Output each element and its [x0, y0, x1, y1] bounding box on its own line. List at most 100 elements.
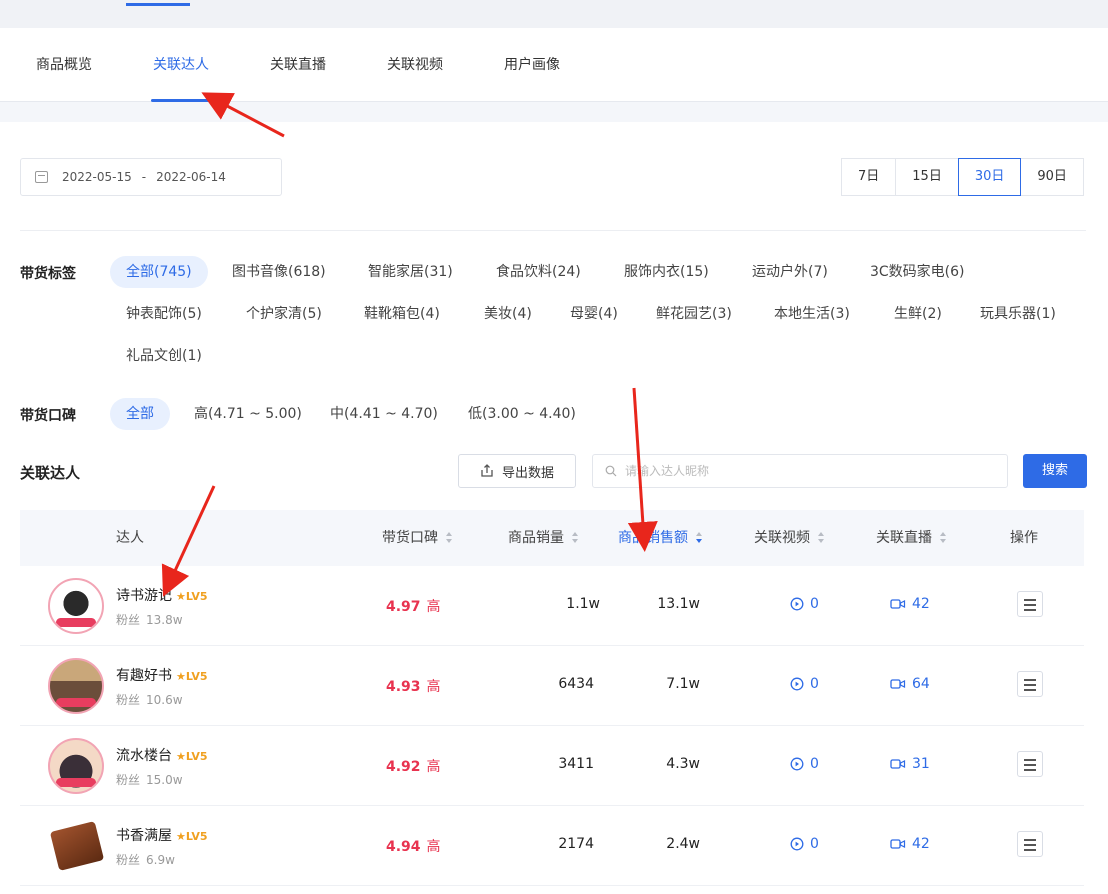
- category-chip[interactable]: 鲜花园艺(3): [656, 298, 732, 330]
- detail-menu-button[interactable]: [1017, 671, 1043, 697]
- sales-volume: 3411: [558, 756, 594, 772]
- fans-count: 粉丝 6.9w: [116, 851, 175, 868]
- category-chip[interactable]: 玩具乐器(1): [980, 298, 1056, 330]
- reputation-chip[interactable]: 高(4.71 ~ 5.00): [194, 398, 302, 430]
- avatar[interactable]: [48, 818, 104, 874]
- col-action: 操作: [1010, 530, 1038, 546]
- col-reputation[interactable]: 带货口碑: [382, 510, 453, 566]
- influencer-name-text: 有趣好书: [116, 668, 172, 684]
- detail-menu-button[interactable]: [1017, 751, 1043, 777]
- category-filter-label: 带货标签: [20, 266, 76, 282]
- live-count-link[interactable]: 31: [890, 756, 930, 772]
- influencer-name[interactable]: 流水楼台 ★LV5: [116, 745, 208, 765]
- reputation-chip[interactable]: 全部: [110, 398, 170, 430]
- influencer-name[interactable]: 书香满屋 ★LV5: [116, 825, 208, 845]
- calendar-icon: [35, 171, 48, 183]
- reputation-chip[interactable]: 低(3.00 ~ 4.40): [468, 398, 576, 430]
- play-icon: [790, 677, 804, 691]
- live-count: 42: [912, 836, 930, 852]
- tab-related-videos[interactable]: 关联视频: [387, 28, 443, 102]
- category-chip[interactable]: 礼品文创(1): [126, 340, 202, 372]
- sales-volume: 2174: [558, 836, 594, 852]
- category-chip[interactable]: 食品饮料(24): [496, 256, 581, 288]
- category-chip[interactable]: 全部(745): [110, 256, 208, 288]
- col-sales-amount[interactable]: 商品销售额: [618, 510, 703, 566]
- category-chip[interactable]: 本地生活(3): [774, 298, 850, 330]
- sales-amount: 7.1w: [666, 676, 700, 692]
- play-icon: [790, 837, 804, 851]
- live-camera-icon: [890, 759, 906, 769]
- col-videos-label: 关联视频: [754, 530, 810, 546]
- level-badge: ★LV5: [176, 750, 208, 763]
- period-selector: 7日 15日 30日 90日: [841, 158, 1084, 196]
- tab-user-profile[interactable]: 用户画像: [504, 28, 560, 102]
- col-lives[interactable]: 关联直播: [876, 510, 947, 566]
- category-chip[interactable]: 运动户外(7): [752, 256, 828, 288]
- detail-menu-button[interactable]: [1017, 831, 1043, 857]
- fans-count: 粉丝 10.6w: [116, 691, 183, 708]
- avatar[interactable]: [48, 658, 104, 714]
- video-count-link[interactable]: 0: [790, 756, 819, 772]
- export-data-button[interactable]: 导出数据: [458, 454, 576, 488]
- category-chip[interactable]: 服饰内衣(15): [624, 256, 709, 288]
- category-chip[interactable]: 智能家居(31): [368, 256, 453, 288]
- book-image: [49, 821, 104, 871]
- level-text: LV5: [185, 750, 208, 763]
- period-30d-button[interactable]: 30日: [957, 158, 1022, 196]
- score-level: 高: [426, 679, 441, 695]
- top-strip: [0, 0, 1108, 28]
- live-camera-icon: [890, 839, 906, 849]
- category-chip[interactable]: 母婴(4): [570, 298, 618, 330]
- col-sales-amount-label: 商品销售额: [618, 530, 688, 546]
- video-count-link[interactable]: 0: [790, 596, 819, 612]
- reputation-score: 4.94 高: [386, 836, 441, 856]
- avatar[interactable]: [48, 738, 104, 794]
- avatar-badge: [56, 698, 96, 707]
- search-input[interactable]: [625, 464, 985, 478]
- category-chip[interactable]: 图书音像(618): [232, 256, 326, 288]
- category-chip[interactable]: 3C数码家电(6): [870, 256, 965, 288]
- export-label: 导出数据: [501, 465, 554, 481]
- col-videos[interactable]: 关联视频: [754, 510, 825, 566]
- level-text: LV5: [185, 590, 208, 603]
- category-chip[interactable]: 美妆(4): [484, 298, 532, 330]
- tab-product-overview[interactable]: 商品概览: [36, 28, 92, 102]
- reputation-chip[interactable]: 中(4.41 ~ 4.70): [330, 398, 438, 430]
- date-range-picker[interactable]: 2022-05-15 - 2022-06-14: [20, 158, 282, 196]
- reputation-score: 4.97 高: [386, 596, 441, 616]
- search-button[interactable]: 搜索: [1023, 454, 1087, 488]
- category-chip[interactable]: 生鲜(2): [894, 298, 942, 330]
- export-icon: [481, 464, 493, 477]
- score-level: 高: [426, 599, 441, 615]
- influencer-name[interactable]: 有趣好书 ★LV5: [116, 665, 208, 685]
- fans-count: 粉丝 13.8w: [116, 611, 183, 628]
- category-chip[interactable]: 鞋靴箱包(4): [364, 298, 440, 330]
- table-row: 书香满屋 ★LV5 粉丝 6.9w 4.94 高 2174 2.4w 0 42: [20, 806, 1084, 886]
- video-count-link[interactable]: 0: [790, 836, 819, 852]
- live-count-link[interactable]: 64: [890, 676, 930, 692]
- avatar-badge: [56, 778, 96, 787]
- tab-related-influencers[interactable]: 关联达人: [151, 28, 211, 102]
- live-count-link[interactable]: 42: [890, 596, 930, 612]
- period-90d-button[interactable]: 90日: [1020, 158, 1084, 196]
- category-chip[interactable]: 个护家清(5): [246, 298, 322, 330]
- play-icon: [790, 597, 804, 611]
- detail-menu-button[interactable]: [1017, 591, 1043, 617]
- live-camera-icon: [890, 599, 906, 609]
- col-sales-volume[interactable]: 商品销量: [508, 510, 579, 566]
- fans-label: 粉丝: [116, 613, 141, 627]
- fans-value: 6.9w: [146, 853, 175, 867]
- period-15d-button[interactable]: 15日: [895, 158, 959, 196]
- avatar-badge: [56, 618, 96, 627]
- period-7d-button[interactable]: 7日: [841, 158, 897, 196]
- score-value: 4.92: [386, 759, 421, 775]
- fans-label: 粉丝: [116, 853, 141, 867]
- influencer-name[interactable]: 诗书游记 ★LV5: [116, 585, 208, 605]
- avatar[interactable]: [48, 578, 104, 634]
- video-count-link[interactable]: 0: [790, 676, 819, 692]
- category-chip[interactable]: 钟表配饰(5): [126, 298, 202, 330]
- tab-related-live[interactable]: 关联直播: [270, 28, 326, 102]
- fans-value: 13.8w: [146, 613, 183, 627]
- live-count-link[interactable]: 42: [890, 836, 930, 852]
- reputation-score: 4.92 高: [386, 756, 441, 776]
